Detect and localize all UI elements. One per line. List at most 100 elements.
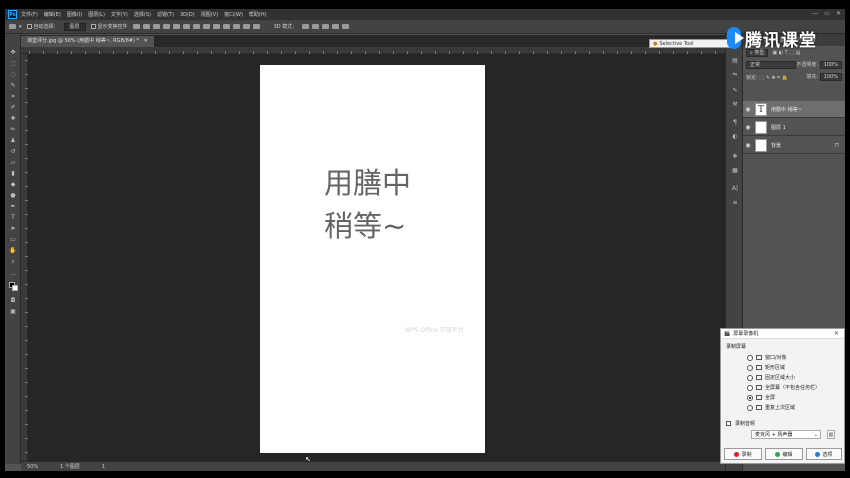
edit-button[interactable]: 编辑 <box>765 448 803 460</box>
distribute-bottom-icon[interactable] <box>212 24 220 29</box>
distribute-top-icon[interactable] <box>192 24 200 29</box>
vertical-ruler[interactable] <box>21 54 28 463</box>
option-fixed-area[interactable]: 固定区域大小 <box>747 374 795 381</box>
recorder-close-icon[interactable]: ✕ <box>834 330 839 337</box>
character-panel-icon[interactable]: A| <box>730 184 740 193</box>
eraser-tool-icon[interactable]: ▱ <box>8 158 18 167</box>
type-tool-icon[interactable]: T <box>8 213 18 222</box>
menu-window[interactable]: 窗口(W) <box>224 11 243 18</box>
screen-mode-icon[interactable]: ▣ <box>8 307 18 316</box>
document-info[interactable]: 1 个图层 <box>60 463 80 470</box>
menu-view[interactable]: 视图(V) <box>201 11 218 18</box>
zoom-level[interactable]: 50% <box>27 464 38 470</box>
history-panel-icon[interactable]: ▤ <box>730 56 740 65</box>
auto-select-dropdown[interactable]: 图层 <box>63 22 86 31</box>
brush-tool-icon[interactable]: ✏ <box>8 125 18 134</box>
close-tab-icon[interactable]: ✕ <box>144 38 148 44</box>
menu-edit[interactable]: 编辑(E) <box>44 11 61 18</box>
adjustments-panel-icon[interactable]: ⇋ <box>730 70 740 79</box>
paragraph-panel-icon[interactable]: ≡ <box>730 198 740 207</box>
record-audio-checkbox[interactable]: 录制音频 <box>726 420 755 427</box>
menu-image[interactable]: 图像(I) <box>67 11 82 18</box>
menu-type[interactable]: 文字(Y) <box>111 11 128 18</box>
eye-icon[interactable]: ◉ <box>743 106 753 113</box>
eyedropper-tool-icon[interactable]: ✐ <box>8 103 18 112</box>
stamp-tool-icon[interactable]: ♟ <box>8 136 18 145</box>
audio-settings-icon[interactable]: ▥ <box>827 430 835 439</box>
auto-select-checkbox[interactable]: 自动选择： <box>26 23 59 30</box>
fill-input[interactable]: 100% <box>819 73 842 81</box>
move-tool-icon[interactable]: ✥ <box>8 48 18 57</box>
crop-tool-icon[interactable]: ⌗ <box>8 92 18 101</box>
3d-scale-icon[interactable] <box>342 24 350 29</box>
blend-mode-dropdown[interactable]: 正常 <box>746 61 796 69</box>
brush-panel-icon[interactable]: ✎ <box>730 86 740 95</box>
styles-panel-icon[interactable]: ▦ <box>730 166 740 175</box>
path-select-tool-icon[interactable]: ➤ <box>8 224 18 233</box>
layer-row-layer1[interactable]: ◉ 图层 1 <box>743 119 845 136</box>
layer-row-text[interactable]: ◉ T 用膳中 稍等~ <box>743 101 845 118</box>
layer-row-background[interactable]: ◉ 背景 ⊓ <box>743 137 845 154</box>
align-buttons[interactable] <box>132 24 263 29</box>
opacity-input[interactable]: 100% <box>819 61 842 69</box>
canvas-area[interactable]: 用膳中 稍等~ WPS Office 开放平台 ↖ <box>28 54 725 464</box>
swatches-panel-icon[interactable]: ❖ <box>730 152 740 161</box>
align-middle-icon[interactable] <box>142 24 150 29</box>
distribute-center-icon[interactable] <box>232 24 240 29</box>
3d-slide-icon[interactable] <box>332 24 340 29</box>
pen-tool-icon[interactable]: ✒ <box>8 202 18 211</box>
align-top-icon[interactable] <box>132 24 140 29</box>
document-text-layer[interactable]: 用膳中 稍等~ <box>324 162 411 248</box>
shape-tool-icon[interactable]: ▭ <box>8 235 18 244</box>
zoom-tool-icon[interactable]: ⌕ <box>8 257 18 266</box>
blur-tool-icon[interactable]: ◆ <box>8 180 18 189</box>
option-window-object[interactable]: 窗口/对象 <box>747 354 787 361</box>
distribute-right-icon[interactable] <box>242 24 250 29</box>
hand-tool-icon[interactable]: ✋ <box>8 246 18 255</box>
eye-icon[interactable]: ◉ <box>743 142 753 149</box>
color-panel-icon[interactable]: ◐ <box>730 132 740 141</box>
eye-icon[interactable]: ◉ <box>743 124 753 131</box>
align-center-icon[interactable] <box>172 24 180 29</box>
history-brush-tool-icon[interactable]: ↺ <box>8 147 18 156</box>
option-fullscreen[interactable]: 全屏 <box>747 394 775 401</box>
align-left-icon[interactable] <box>162 24 170 29</box>
healing-tool-icon[interactable]: ✚ <box>8 114 18 123</box>
record-button[interactable]: 录制 <box>724 448 762 460</box>
show-transform-checkbox[interactable]: 显示变换控件 <box>90 23 128 30</box>
move-tool-preset[interactable]: ▾ <box>9 24 22 30</box>
menu-3d[interactable]: 3D(D) <box>180 12 195 18</box>
3d-rotate-icon[interactable] <box>302 24 310 29</box>
menu-select[interactable]: 选择(S) <box>134 11 151 18</box>
option-repeat-last[interactable]: 重复上次区域 <box>747 404 795 411</box>
maximize-button[interactable]: ▭ <box>824 10 830 17</box>
dodge-tool-icon[interactable]: ● <box>8 191 18 200</box>
align-bottom-icon[interactable] <box>152 24 160 29</box>
3d-pan-icon[interactable] <box>322 24 330 29</box>
menu-filter[interactable]: 滤镜(T) <box>157 11 174 18</box>
options-button[interactable]: 选项 <box>806 448 842 460</box>
audio-source-dropdown[interactable]: 麦克风 + 扬声器 ⌄ <box>751 430 821 439</box>
lock-icons[interactable]: ⬚ ✎ ✥ ⌗ 🔒 <box>759 75 788 81</box>
document-canvas[interactable]: 用膳中 稍等~ WPS Office 开放平台 <box>260 65 485 453</box>
option-fullscreen-no-taskbar[interactable]: 全屏幕（不包含任务栏） <box>747 384 820 391</box>
menu-layer[interactable]: 图层(L) <box>88 11 105 18</box>
menu-file[interactable]: 文件(F) <box>21 11 38 18</box>
3d-mode-buttons[interactable] <box>302 24 352 29</box>
minimize-button[interactable]: — <box>812 10 818 17</box>
recorder-title-bar[interactable]: 🎬 屏幕录像机 <box>721 329 844 339</box>
horizontal-ruler[interactable] <box>21 47 725 54</box>
align-right-icon[interactable] <box>182 24 190 29</box>
quick-mask-icon[interactable]: ◘ <box>8 296 18 305</box>
3d-roll-icon[interactable] <box>312 24 320 29</box>
gradient-tool-icon[interactable]: ▮ <box>8 169 18 178</box>
marquee-tool-icon[interactable]: ⬚ <box>8 59 18 68</box>
selective-tool-window[interactable]: ● Selective Tool <box>649 39 731 48</box>
auto-align-icon[interactable] <box>252 24 260 29</box>
option-rect-area[interactable]: 矩形区域 <box>747 364 785 371</box>
close-button[interactable]: ✕ <box>836 10 841 17</box>
menu-help[interactable]: 帮助(H) <box>249 11 267 18</box>
lasso-tool-icon[interactable]: ◌ <box>8 70 18 79</box>
tool-presets-icon[interactable]: ⚒ <box>730 100 740 109</box>
more-tools-icon[interactable]: … <box>8 269 18 278</box>
